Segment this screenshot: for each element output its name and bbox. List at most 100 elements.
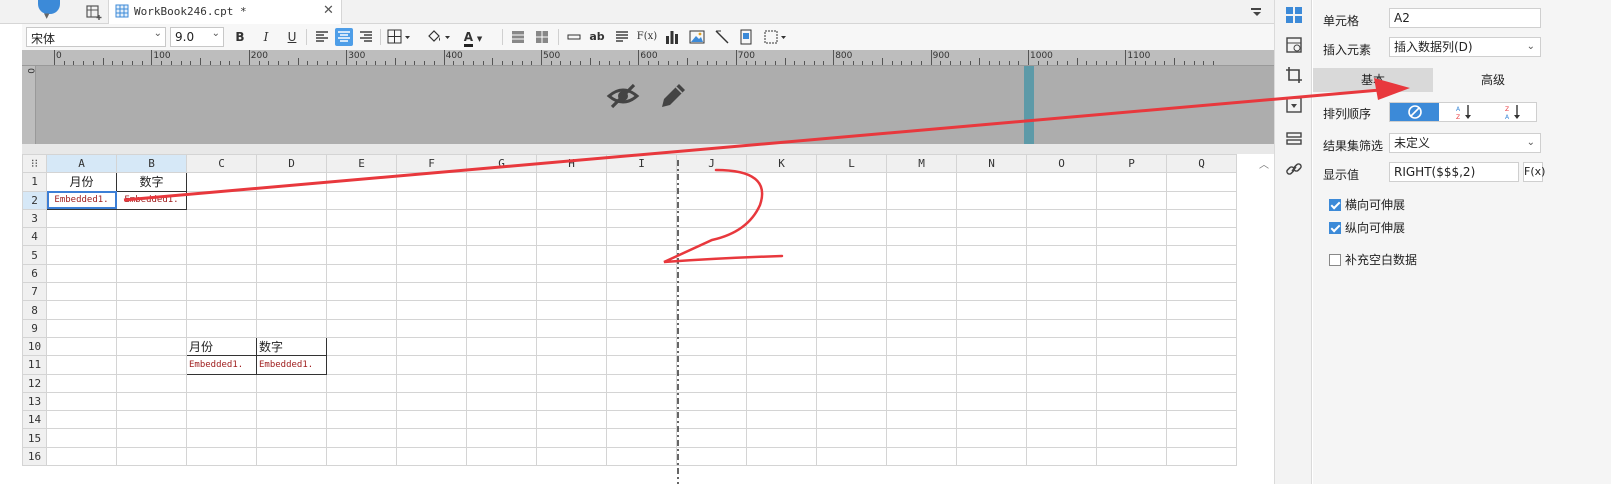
grid-cell[interactable] xyxy=(746,373,817,393)
close-icon[interactable]: ✕ xyxy=(323,3,334,18)
grid-cell[interactable] xyxy=(886,227,957,247)
grid-cell[interactable] xyxy=(746,245,817,265)
grid-cell[interactable]: Embedded1. xyxy=(46,190,117,210)
column-header[interactable]: D xyxy=(256,154,327,174)
grid-cell[interactable] xyxy=(116,263,187,284)
grid-cell[interactable] xyxy=(256,300,327,320)
grid-cell[interactable] xyxy=(536,428,607,448)
grid-cell[interactable] xyxy=(1166,410,1237,430)
chevron-down-icon[interactable]: ▼ xyxy=(44,12,49,20)
grid-cell[interactable] xyxy=(1026,300,1097,320)
grid-cell[interactable] xyxy=(886,355,957,375)
grid-cell[interactable] xyxy=(886,263,957,284)
grid-cell[interactable] xyxy=(606,282,677,302)
grid-cell[interactable] xyxy=(466,208,537,229)
grid-cell[interactable] xyxy=(256,245,327,265)
grid-cell[interactable] xyxy=(1096,227,1167,247)
grid-cell[interactable] xyxy=(186,300,257,320)
grid-cell[interactable] xyxy=(606,428,677,448)
grid-cell[interactable] xyxy=(116,318,187,338)
grid-cell[interactable] xyxy=(46,336,117,357)
font-family-select[interactable]: 宋体 ⌄ xyxy=(26,27,166,47)
sub-report-icon[interactable] xyxy=(738,28,754,46)
grid-cell[interactable] xyxy=(46,245,117,265)
column-header[interactable]: C xyxy=(186,154,257,174)
grid-cell[interactable] xyxy=(676,336,747,357)
grid-cell[interactable] xyxy=(816,428,887,448)
grid-cell[interactable] xyxy=(186,263,257,284)
grid-cell[interactable] xyxy=(256,318,327,338)
grid-cell[interactable] xyxy=(1026,245,1097,265)
grid-cell[interactable] xyxy=(816,446,887,467)
paragraph-icon[interactable] xyxy=(614,28,630,46)
column-header[interactable]: P xyxy=(1096,154,1167,174)
grid-cell[interactable] xyxy=(676,355,747,375)
grid-cell[interactable] xyxy=(746,318,817,338)
grid-cell[interactable] xyxy=(536,373,607,393)
grid-cell[interactable] xyxy=(116,227,187,247)
display-value-field[interactable]: RIGHT($$$,2) xyxy=(1389,162,1519,182)
grid-cell[interactable] xyxy=(1026,336,1097,357)
grid-cell[interactable] xyxy=(116,300,187,320)
grid-cell[interactable] xyxy=(256,227,327,247)
grid-cell[interactable] xyxy=(186,428,257,448)
grid-cell[interactable] xyxy=(396,318,467,338)
grid-cell[interactable] xyxy=(816,410,887,430)
row-header[interactable]: 5 xyxy=(22,245,47,265)
grid-cell[interactable]: Embedded1. xyxy=(186,355,257,375)
grid-cell[interactable] xyxy=(956,446,1027,467)
grid-cell[interactable] xyxy=(116,282,187,302)
grid-cell[interactable] xyxy=(116,208,187,229)
grid-cell[interactable] xyxy=(396,227,467,247)
grid-cell[interactable] xyxy=(466,355,537,375)
row-header[interactable]: 6 xyxy=(22,263,47,284)
new-sheet-icon[interactable] xyxy=(85,3,103,21)
grid-cell[interactable] xyxy=(1166,300,1237,320)
grid-cell[interactable] xyxy=(46,428,117,448)
column-header[interactable]: L xyxy=(816,154,887,174)
grid-cell[interactable] xyxy=(606,410,677,430)
grid-cell[interactable] xyxy=(956,428,1027,448)
column-header[interactable]: F xyxy=(396,154,467,174)
grid-cell[interactable] xyxy=(46,373,117,393)
grid-cell[interactable] xyxy=(46,446,117,467)
grid-cell[interactable] xyxy=(1166,263,1237,284)
grid-cell[interactable] xyxy=(116,336,187,357)
grid-cell[interactable] xyxy=(956,336,1027,357)
grid-cell[interactable] xyxy=(186,190,257,210)
grid-cell[interactable] xyxy=(116,245,187,265)
sort-none-button[interactable] xyxy=(1390,103,1439,121)
scroll-up-icon[interactable]: ︿ xyxy=(1259,156,1269,171)
grid-cell[interactable] xyxy=(606,172,677,192)
grid-cell[interactable] xyxy=(326,172,397,192)
column-header[interactable]: G xyxy=(466,154,537,174)
grid-cell[interactable] xyxy=(886,300,957,320)
cell-attributes-icon[interactable] xyxy=(1285,36,1303,54)
grid-cell[interactable] xyxy=(326,373,397,393)
grid-cell[interactable] xyxy=(746,391,817,412)
align-center-icon[interactable] xyxy=(335,28,353,46)
grid-cell[interactable] xyxy=(396,373,467,393)
grid-cell[interactable] xyxy=(746,263,817,284)
condition-attributes-icon[interactable] xyxy=(1285,130,1303,148)
grid-cell[interactable] xyxy=(326,282,397,302)
grid-cell[interactable] xyxy=(326,190,397,210)
grid-cell[interactable] xyxy=(956,410,1027,430)
grid-cell[interactable] xyxy=(1096,282,1167,302)
align-right-icon[interactable] xyxy=(358,28,374,46)
grid-cell[interactable]: Embedded1. xyxy=(256,355,327,375)
grid-cell[interactable] xyxy=(1026,355,1097,375)
grid-cell[interactable] xyxy=(1026,373,1097,393)
grid-cell[interactable] xyxy=(326,336,397,357)
grid-cell[interactable] xyxy=(606,336,677,357)
grid-cell[interactable] xyxy=(1096,208,1167,229)
grid-cell[interactable] xyxy=(956,300,1027,320)
grid-cell[interactable] xyxy=(396,208,467,229)
grid-cell[interactable] xyxy=(536,318,607,338)
row-header[interactable]: 8 xyxy=(22,300,47,320)
formula-button[interactable]: F(x) xyxy=(636,28,658,46)
column-header[interactable]: I xyxy=(606,154,677,174)
insert-element-select[interactable]: 插入数据列(D) ⌄ xyxy=(1389,37,1541,57)
cell-properties-icon[interactable] xyxy=(1285,6,1303,24)
row-header[interactable]: 2 xyxy=(22,190,47,210)
